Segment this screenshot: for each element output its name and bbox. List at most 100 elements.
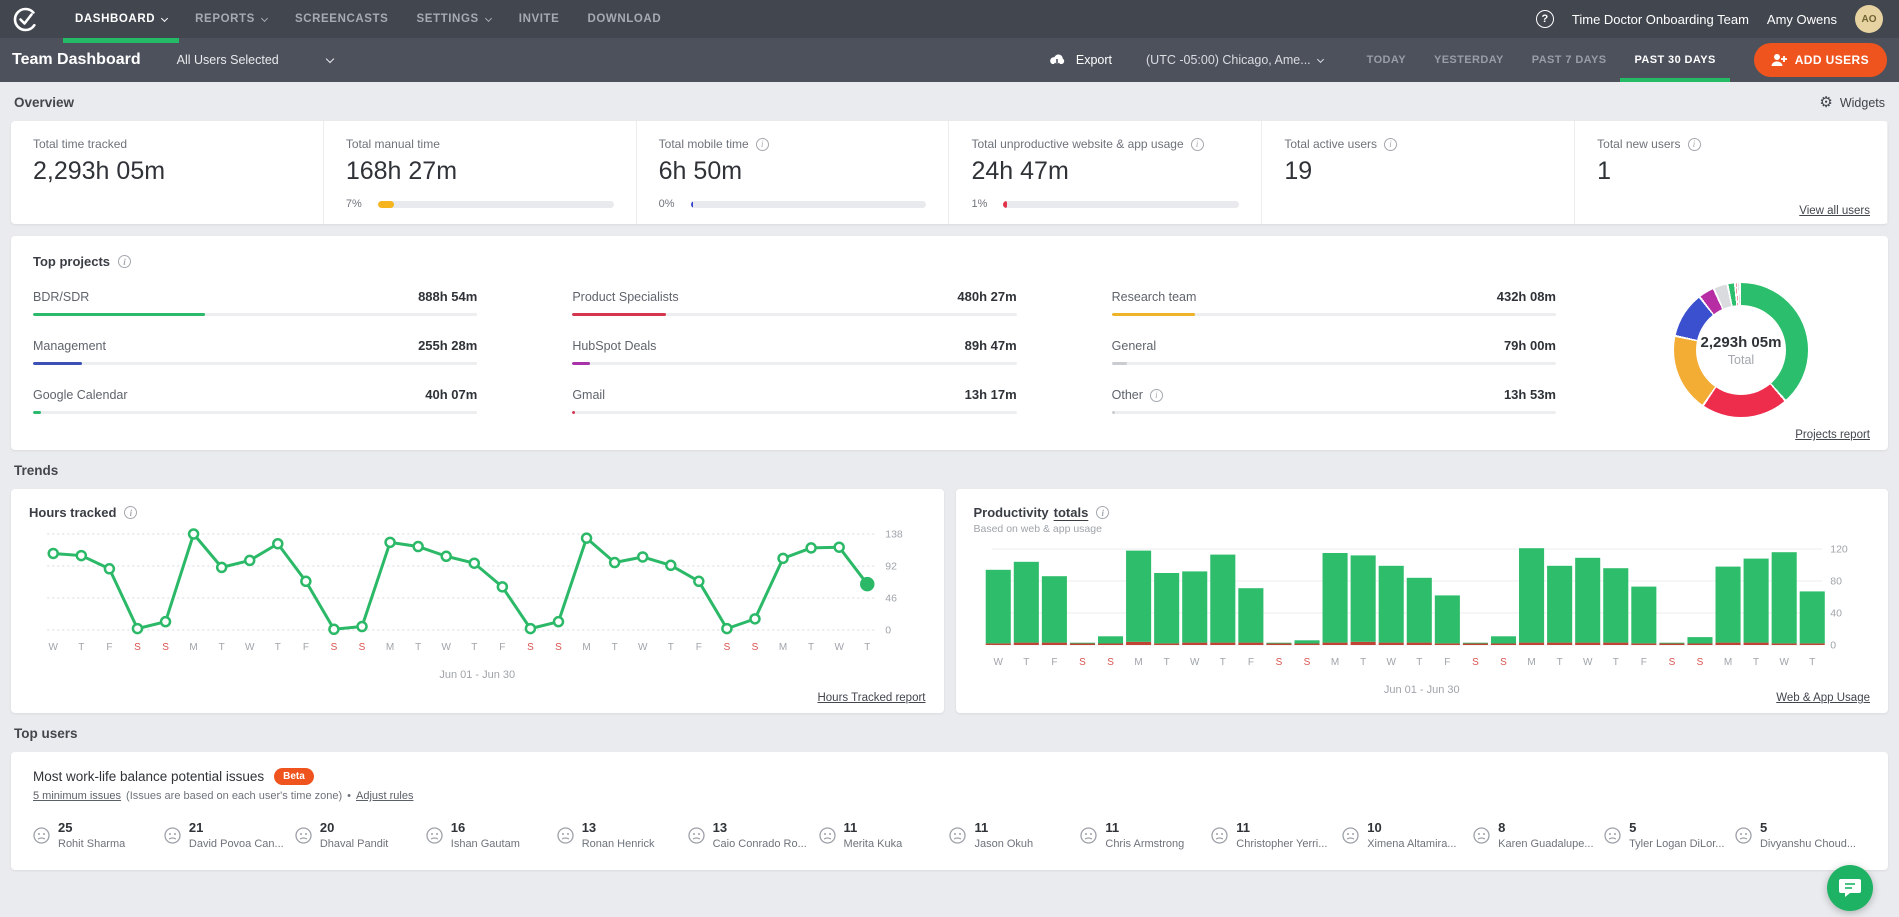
svg-text:W: W xyxy=(1582,657,1592,668)
svg-text:M: M xyxy=(582,642,590,653)
svg-text:T: T xyxy=(1556,657,1562,668)
user-name: Rohit Sharma xyxy=(58,838,125,850)
range-tab-past-7-days[interactable]: PAST 7 DAYS xyxy=(1518,38,1621,82)
trends-heading: Trends xyxy=(14,463,58,478)
range-tab-yesterday[interactable]: YESTERDAY xyxy=(1420,38,1518,82)
svg-text:138: 138 xyxy=(885,529,903,541)
user-entry[interactable]: 11Jason Okuh xyxy=(949,820,1080,850)
user-name: David Povoa Can... xyxy=(189,838,284,850)
chevron-down-icon xyxy=(261,14,268,21)
web-app-usage-link[interactable]: Web & App Usage xyxy=(1776,692,1870,704)
svg-text:S: S xyxy=(527,642,534,653)
svg-text:M: M xyxy=(779,642,787,653)
info-icon[interactable]: i xyxy=(756,138,769,151)
productivity-title-underlined[interactable]: totals xyxy=(1054,505,1089,520)
range-tab-past-30-days[interactable]: PAST 30 DAYS xyxy=(1620,38,1729,82)
sad-face-icon xyxy=(1473,827,1490,844)
user-entry[interactable]: 25Rohit Sharma xyxy=(33,820,164,850)
user-entry[interactable]: 5Tyler Logan DiLor... xyxy=(1604,820,1735,850)
sad-face-icon xyxy=(426,827,443,844)
user-filter-value: All Users Selected xyxy=(177,53,279,67)
stat-value: 2,293h 05m xyxy=(33,157,301,186)
widgets-button[interactable]: ⚙ Widgets xyxy=(1819,95,1885,110)
user-entry[interactable]: 8Karen Guadalupe... xyxy=(1473,820,1604,850)
svg-text:S: S xyxy=(134,642,141,653)
nav-item-dashboard[interactable]: DASHBOARD xyxy=(61,0,181,38)
project-row: BDR/SDR 888h 54m xyxy=(33,289,477,319)
add-users-button[interactable]: ADD USERS xyxy=(1754,43,1887,77)
user-filter-dropdown[interactable]: All Users Selected xyxy=(177,53,333,67)
project-progress-track xyxy=(572,313,1016,316)
info-icon[interactable]: i xyxy=(1096,506,1109,519)
user-name: Karen Guadalupe... xyxy=(1498,838,1593,850)
svg-text:W: W xyxy=(993,657,1003,668)
info-icon[interactable]: i xyxy=(1384,138,1397,151)
user-entry[interactable]: 11Merita Kuka xyxy=(819,820,950,850)
info-icon[interactable]: i xyxy=(1191,138,1204,151)
user-name: Chris Armstrong xyxy=(1105,838,1184,850)
nav-item-label: SCREENCASTS xyxy=(295,13,389,25)
user-entry[interactable]: 16Ishan Gautam xyxy=(426,820,557,850)
chat-widget-button[interactable] xyxy=(1827,865,1873,911)
user-name: Christopher Yerri... xyxy=(1236,838,1327,850)
info-icon[interactable]: i xyxy=(1150,389,1163,402)
avatar[interactable]: AO xyxy=(1855,5,1883,33)
work-life-balance-title: Most work-life balance potential issues xyxy=(33,769,264,784)
donut-total-value: 2,293h 05m xyxy=(1701,334,1782,351)
user-entry[interactable]: 11Chris Armstrong xyxy=(1080,820,1211,850)
company-name[interactable]: Time Doctor Onboarding Team xyxy=(1572,12,1749,27)
hours-tracked-report-link[interactable]: Hours Tracked report xyxy=(817,692,925,704)
adjust-rules-link[interactable]: Adjust rules xyxy=(356,790,413,802)
progress-track xyxy=(1003,201,1239,208)
timezone-dropdown[interactable]: (UTC -05:00) Chicago, Ame... xyxy=(1146,53,1323,67)
stat-label: Total active usersi xyxy=(1284,137,1552,151)
user-entry[interactable]: 13Caio Conrado Ro... xyxy=(688,820,819,850)
project-name: BDR/SDR xyxy=(33,290,89,304)
timedoctor-logo-icon[interactable] xyxy=(12,6,39,33)
productivity-title-prefix: Productivity xyxy=(974,505,1049,520)
hours-tracked-chart[interactable]: 13892460WTFSSMTWTFSSMTWTFSSMTWTFSSMTWT xyxy=(29,526,926,665)
min-issues-link[interactable]: 5 minimum issues xyxy=(33,790,121,802)
nav-item-screencasts[interactable]: SCREENCASTS xyxy=(281,0,403,38)
info-icon[interactable]: i xyxy=(1688,138,1701,151)
svg-text:T: T xyxy=(1416,657,1422,668)
top-users-heading: Top users xyxy=(14,726,78,741)
add-user-icon xyxy=(1769,53,1787,67)
user-entry[interactable]: 5Divyanshu Choud... xyxy=(1735,820,1866,850)
user-entry[interactable]: 20Dhaval Pandit xyxy=(295,820,426,850)
progress-fill xyxy=(378,201,395,208)
projects-donut-chart[interactable]: 2,293h 05m Total xyxy=(1674,283,1808,417)
user-entry[interactable]: 13Ronan Henrick xyxy=(557,820,688,850)
info-icon[interactable]: i xyxy=(118,255,131,268)
project-name: Otheri xyxy=(1112,388,1163,402)
projects-report-link[interactable]: Projects report xyxy=(1795,429,1870,441)
project-row: Product Specialists480h 27m xyxy=(572,289,1016,319)
productivity-chart-caption: Jun 01 - Jun 30 xyxy=(974,684,1871,696)
user-name: Ronan Henrick xyxy=(582,838,655,850)
project-progress-fill xyxy=(1112,362,1127,365)
stat-2: Total mobile timei6h 50m0% xyxy=(637,121,950,224)
user-name[interactable]: Amy Owens xyxy=(1767,12,1837,27)
nav-item-invite[interactable]: INVITE xyxy=(505,0,574,38)
info-icon[interactable]: i xyxy=(124,506,137,519)
export-button[interactable]: Export xyxy=(1048,53,1112,67)
page-title: Team Dashboard xyxy=(12,51,141,69)
svg-text:W: W xyxy=(1190,657,1200,668)
nav-item-reports[interactable]: REPORTS xyxy=(181,0,281,38)
project-row: Research team432h 08m xyxy=(1112,289,1556,319)
stat-value: 168h 27m xyxy=(346,157,614,186)
help-icon[interactable]: ? xyxy=(1536,10,1554,28)
user-entry[interactable]: 10Ximena Altamira... xyxy=(1342,820,1473,850)
project-hours: 888h 54m xyxy=(418,289,477,304)
nav-item-settings[interactable]: SETTINGS xyxy=(402,0,504,38)
project-hours: 79h 00m xyxy=(1504,338,1556,353)
user-entry[interactable]: 21David Povoa Can... xyxy=(164,820,295,850)
nav-item-download[interactable]: DOWNLOAD xyxy=(573,0,675,38)
project-progress-fill xyxy=(33,411,41,414)
view-all-users-link[interactable]: View all users xyxy=(1799,205,1870,217)
user-entry[interactable]: 11Christopher Yerri... xyxy=(1211,820,1342,850)
svg-text:T: T xyxy=(864,642,870,653)
productivity-chart[interactable]: 12080400WTFSSMTWTFSSMTWTFSSMTWTFSSMTWT xyxy=(974,541,1871,680)
user-issue-count: 11 xyxy=(974,820,1033,835)
range-tab-today[interactable]: TODAY xyxy=(1353,38,1420,82)
